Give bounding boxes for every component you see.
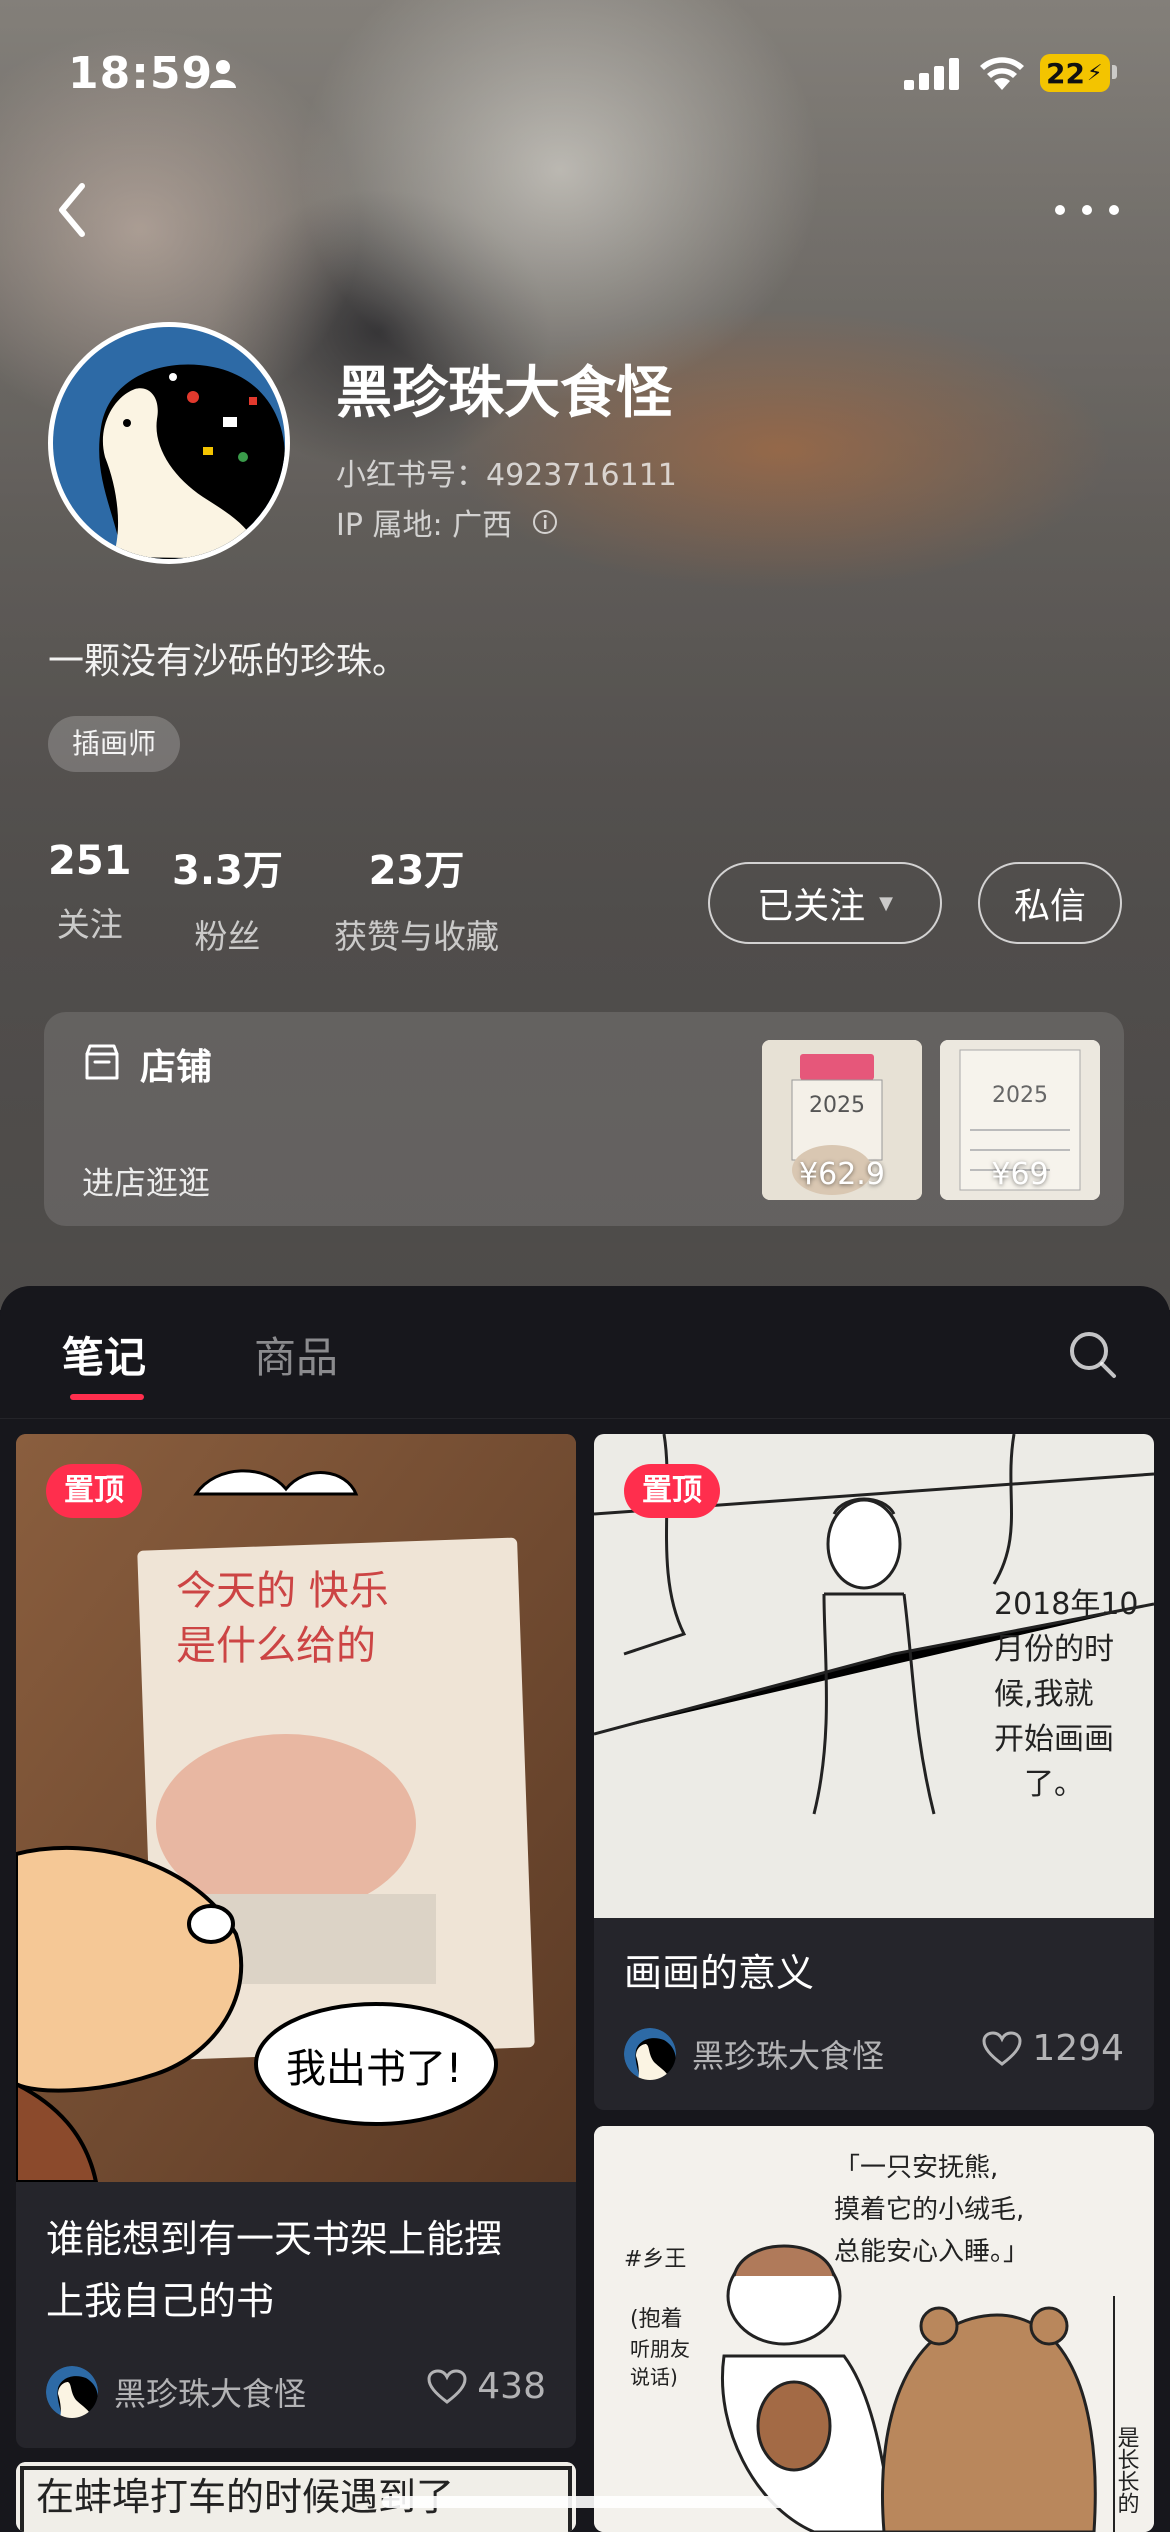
product-cover-text: 2025 [992, 1083, 1048, 1108]
battery-level: 22 [1046, 56, 1085, 90]
cover-text: #乡王 [624, 2247, 686, 2272]
stat-label: 获赞与收藏 [334, 917, 499, 956]
note-author[interactable]: 黑珍珠大食怪 [46, 2366, 306, 2418]
tab-notes[interactable]: 笔记 [62, 1324, 146, 1385]
cover-text: 是长长的 [1114, 2426, 1140, 2514]
shop-card[interactable]: 店铺 进店逛逛 2025 ¥62.9 2025 ¥69 [44, 1012, 1124, 1226]
followed-button[interactable]: 已关注 ▼ [708, 862, 942, 944]
pinned-badge: 置顶 [624, 1464, 720, 1518]
author-name: 黑珍珠大食怪 [114, 2375, 307, 2413]
shop-product-thumbnail[interactable]: 2025 ¥69 [940, 1040, 1100, 1200]
battery-indicator: 22 ⚡ [1040, 54, 1110, 92]
cover-text: 「一只安抚熊, [834, 2153, 998, 2183]
profile-nickname: 黑珍珠大食怪 [336, 361, 672, 426]
active-tab-indicator [70, 1394, 144, 1400]
note-title-line: 上我自己的书 [46, 2279, 275, 2323]
note-title-line: 画画的意义 [624, 1951, 815, 1995]
battery-tip [1112, 65, 1117, 79]
cover-text: 总能安心入睡。」 [834, 2237, 1029, 2267]
note-card[interactable]: 2018年10 月份的时 候,我就 开始画画 了。 置顶 画画的意义 黑珍珠大食… [594, 1434, 1154, 2110]
note-author[interactable]: 黑珍珠大食怪 [624, 2028, 884, 2080]
stat-value: 23万 [368, 848, 465, 894]
cover-text: 今天的 快乐 [176, 1568, 389, 1614]
message-label: 私信 [1013, 886, 1086, 927]
shop-product-thumbnail[interactable]: 2025 ¥62.9 [762, 1040, 922, 1200]
stat-value: 3.3万 [172, 848, 283, 894]
stat-label: 粉丝 [194, 917, 261, 956]
message-button[interactable]: 私信 [978, 862, 1122, 944]
followed-label: 已关注 [757, 886, 866, 927]
like-button[interactable]: 438 [427, 2366, 546, 2407]
ip-location: IP 属地: 广西 [336, 500, 558, 544]
cover-text: 是什么给的 [176, 1623, 376, 1669]
avatar[interactable] [48, 322, 290, 564]
note-card[interactable]: 今天的 快乐 是什么给的 我出书了! 置顶 谁能想到有一天书架上能摆 上我自己的… [16, 1434, 576, 2448]
shop-subtitle: 进店逛逛 [82, 1164, 211, 1202]
note-card[interactable]: 「一只安抚熊, 摸着它的小绒毛, 总能安心入睡。」 #乡王 (抱着 听朋友 说话… [594, 2126, 1154, 2532]
product-price: ¥62.9 [799, 1157, 885, 1192]
person-icon [210, 60, 236, 88]
product-cover-text: 2025 [809, 1093, 865, 1118]
like-button[interactable]: 1294 [982, 2028, 1124, 2069]
tab-divider [0, 1418, 1170, 1419]
stat-likes-collects[interactable]: 23万 获赞与收藏 [334, 838, 499, 958]
author-avatar [624, 2028, 676, 2080]
status-time: 18:59 [68, 48, 214, 99]
profile-tag[interactable]: 插画师 [48, 716, 181, 772]
author-avatar [46, 2366, 98, 2418]
back-icon[interactable] [50, 180, 100, 240]
info-icon[interactable] [532, 509, 558, 535]
shop-title: 店铺 [140, 1047, 213, 1088]
cover-text: 开始画画 [994, 1722, 1114, 1757]
tab-goods[interactable]: 商品 [254, 1324, 338, 1385]
cover-text: 说话) [630, 2365, 678, 2389]
stat-following[interactable]: 251 关注 [48, 838, 132, 946]
redbook-id[interactable]: 小红书号：4923716111 [336, 450, 677, 494]
ip-location-text: IP 属地: 广西 [336, 508, 513, 543]
signal-icon [904, 58, 959, 90]
cover-text: 候,我就 [994, 1677, 1094, 1712]
cover-text: 我出书了! [286, 2046, 462, 2092]
profile-bio: 一颗没有沙砾的珍珠。 [48, 641, 409, 682]
author-name: 黑珍珠大食怪 [692, 2037, 885, 2075]
cover-text: 了。 [1024, 1767, 1084, 1802]
stat-value: 251 [48, 838, 132, 884]
like-count: 438 [477, 2366, 546, 2407]
caret-down-icon: ▼ [879, 892, 893, 914]
stat-label: 关注 [56, 905, 123, 944]
note-cover-image: 今天的 快乐 是什么给的 我出书了! [16, 1434, 576, 2182]
cover-text: 2018年10 [994, 1587, 1139, 1622]
search-icon[interactable] [1066, 1328, 1120, 1382]
shop-icon [85, 1044, 119, 1080]
cover-text: (抱着 [630, 2307, 683, 2332]
heart-icon [427, 2368, 467, 2404]
status-bar: 18:59 22 ⚡ [0, 40, 1170, 110]
note-cover-image: 「一只安抚熊, 摸着它的小绒毛, 总能安心入睡。」 #乡王 (抱着 听朋友 说话… [594, 2126, 1154, 2532]
product-price: ¥69 [991, 1157, 1049, 1192]
more-icon[interactable] [1052, 200, 1122, 220]
avatar-illustration [53, 327, 285, 559]
like-count: 1294 [1032, 2028, 1124, 2069]
cover-text: 月份的时 [994, 1632, 1114, 1667]
cover-text: 听朋友 [630, 2337, 690, 2361]
stat-followers[interactable]: 3.3万 粉丝 [172, 838, 283, 958]
note-title-line: 谁能想到有一天书架上能摆 [46, 2217, 503, 2261]
home-indicator[interactable] [382, 2496, 788, 2508]
cover-text: 摸着它的小绒毛, [834, 2195, 1024, 2225]
wifi-icon [980, 57, 1024, 90]
heart-icon [982, 2030, 1022, 2066]
pinned-badge: 置顶 [46, 1464, 142, 1518]
